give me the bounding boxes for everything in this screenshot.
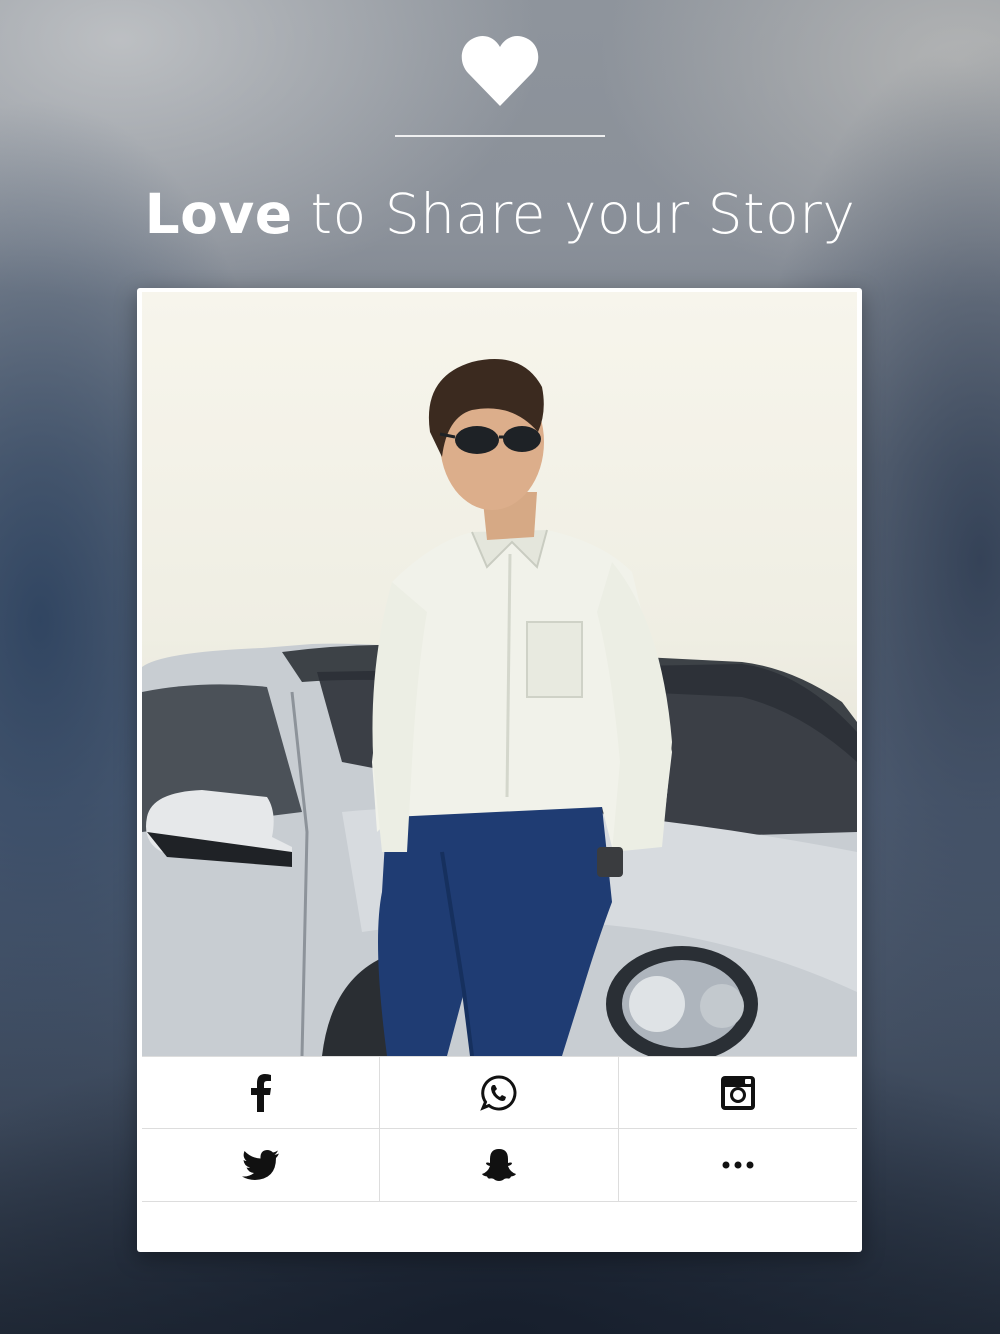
share-screen: Love to Share your Story bbox=[0, 0, 1000, 1334]
photo-illustration bbox=[142, 359, 857, 1056]
whatsapp-share-button[interactable] bbox=[380, 1057, 619, 1129]
instagram-icon bbox=[721, 1075, 755, 1110]
facebook-icon bbox=[250, 1073, 271, 1112]
title-emphasis: Love bbox=[144, 182, 293, 246]
more-icon bbox=[722, 1161, 754, 1169]
header-divider bbox=[395, 135, 605, 137]
whatsapp-icon bbox=[480, 1074, 517, 1111]
share-grid bbox=[142, 1056, 857, 1202]
snapchat-share-button[interactable] bbox=[380, 1129, 619, 1201]
facebook-share-button[interactable] bbox=[142, 1057, 380, 1129]
snapchat-icon bbox=[482, 1149, 516, 1181]
instagram-share-button[interactable] bbox=[619, 1057, 857, 1129]
heart-icon bbox=[461, 36, 539, 106]
twitter-icon bbox=[241, 1150, 279, 1180]
share-card bbox=[137, 288, 862, 1252]
story-photo bbox=[142, 292, 857, 1056]
twitter-share-button[interactable] bbox=[142, 1129, 380, 1201]
more-share-button[interactable] bbox=[619, 1129, 857, 1201]
page-title: Love to Share your Story bbox=[0, 178, 1000, 250]
title-text: to Share your Story bbox=[292, 182, 856, 246]
